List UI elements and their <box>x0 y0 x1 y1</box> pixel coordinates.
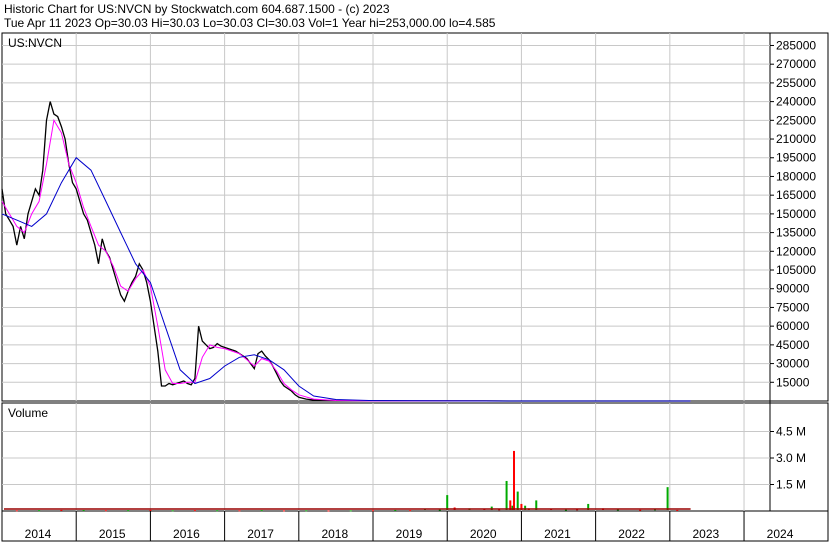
volume-bar <box>15 510 18 512</box>
chart-header-title: Historic Chart for US:NVCN by Stockwatch… <box>4 2 390 16</box>
volume-bar <box>513 450 515 510</box>
stock-chart: 2014 2015 2016 2017 2018 2019 2020 2021 2022 2023… <box>1 32 829 542</box>
price-tick-label: 270000 <box>776 57 816 71</box>
x-tick-label: 2021 <box>544 527 571 541</box>
volume-bar <box>282 510 285 512</box>
volume-bar <box>409 510 412 512</box>
price-tick-label: 45000 <box>776 338 810 352</box>
x-tick-label: 2024 <box>767 527 794 541</box>
volume-bar <box>238 510 241 512</box>
x-tick-label: 2022 <box>618 527 645 541</box>
volume-panel-frame <box>1 402 829 512</box>
price-tick-label: 285000 <box>776 38 816 52</box>
price-tick-label: 90000 <box>776 282 810 296</box>
x-tick-label: 2014 <box>25 527 52 541</box>
x-tick-label: 2023 <box>692 527 719 541</box>
volume-bar <box>216 510 219 512</box>
volume-bar <box>676 509 679 511</box>
price-tick-label: 195000 <box>776 151 816 165</box>
volume-bar <box>372 510 375 512</box>
volume-bar <box>666 487 669 510</box>
price-panel-title: US:NVCN <box>8 36 62 50</box>
x-tick-label: 2016 <box>173 527 200 541</box>
price-tick-label: 150000 <box>776 207 816 221</box>
volume-bar <box>60 509 63 511</box>
price-tick-label: 105000 <box>776 263 816 277</box>
volume-bar <box>260 510 263 512</box>
price-tick-label: 30000 <box>776 357 810 371</box>
price-tick-label: 75000 <box>776 300 810 314</box>
volume-tick-label: 1.5 M <box>776 478 806 492</box>
price-tick-label: 240000 <box>776 95 816 109</box>
price-tick-label: 225000 <box>776 113 816 127</box>
x-tick-label: 2015 <box>99 527 126 541</box>
volume-panel-title: Volume <box>8 406 48 420</box>
volume-bar <box>327 510 330 512</box>
volume-bar <box>305 510 308 512</box>
x-tick-label: 2020 <box>470 527 497 541</box>
x-tick-label: 2019 <box>396 527 423 541</box>
price-panel-frame <box>1 32 829 402</box>
volume-bar <box>639 509 642 511</box>
price-tick-label: 165000 <box>776 188 816 202</box>
volume-bar <box>516 491 519 510</box>
volume-bar <box>127 510 130 512</box>
x-tick-label: 2018 <box>321 527 348 541</box>
volume-bar <box>149 509 152 511</box>
volume-bar <box>82 510 85 512</box>
price-tick-label: 210000 <box>776 132 816 146</box>
volume-tick-label: 4.5 M <box>776 425 806 439</box>
volume-bar <box>505 480 508 510</box>
price-tick-label: 180000 <box>776 169 816 183</box>
price-tick-label: 60000 <box>776 319 810 333</box>
volume-bar <box>394 509 397 511</box>
price-tick-label: 15000 <box>776 375 810 389</box>
volume-bar <box>446 495 449 510</box>
volume-bar <box>104 510 107 512</box>
chart-header-quote: Tue Apr 11 2023 Op=30.03 Hi=30.03 Lo=30.… <box>4 16 496 30</box>
x-tick-label: 2017 <box>247 527 274 541</box>
price-tick-label: 135000 <box>776 226 816 240</box>
volume-bar <box>349 510 352 512</box>
volume-bar <box>171 510 174 512</box>
volume-bar <box>38 510 41 512</box>
price-tick-label: 120000 <box>776 244 816 258</box>
volume-tick-label: 3.0 M <box>776 451 806 465</box>
volume-bar <box>193 510 196 512</box>
price-tick-label: 255000 <box>776 76 816 90</box>
